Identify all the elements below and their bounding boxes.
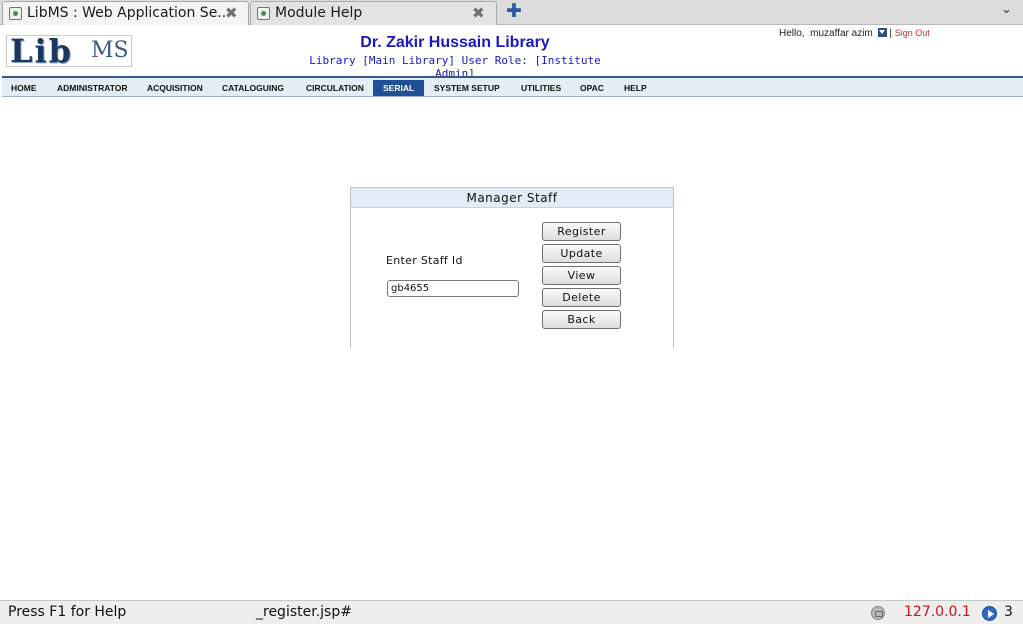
- nav-help[interactable]: HELP: [624, 80, 647, 96]
- main-nav: HOME ADMINISTRATOR ACQUISITION CATALOGUI…: [2, 76, 1023, 97]
- page-favicon-icon: [257, 7, 270, 20]
- tab-list-chevron-down-icon[interactable]: ⌄: [1001, 2, 1012, 17]
- view-button[interactable]: View: [542, 266, 621, 285]
- status-help-text: Press F1 for Help: [8, 604, 127, 620]
- tab-title: Module Help: [275, 5, 363, 21]
- status-bar: Press F1 for Help _register.jsp# 127.0.0…: [0, 600, 1023, 624]
- nav-acquisition[interactable]: ACQUISITION: [147, 80, 203, 96]
- logo-ms-text: MS: [91, 38, 129, 63]
- close-tab-icon[interactable]: ✖: [225, 4, 238, 22]
- greeting-text: Hello,: [779, 28, 805, 39]
- delete-button[interactable]: Delete: [542, 288, 621, 307]
- status-url: _register.jsp#: [256, 604, 352, 620]
- nav-opac[interactable]: OPAC: [580, 80, 604, 96]
- user-name: muzaffar azim: [810, 28, 873, 39]
- nav-utilities[interactable]: UTILITIES: [521, 80, 561, 96]
- status-count: 3: [1004, 604, 1013, 620]
- nav-cataloguing[interactable]: CATALOGUING: [222, 80, 284, 96]
- browser-window: LibMS : Web Application Se... ✖ Module H…: [0, 0, 1023, 624]
- sign-out-link[interactable]: Sign Out: [895, 28, 930, 38]
- nav-serial[interactable]: SERIAL: [373, 80, 425, 96]
- new-tab-icon[interactable]: ✚: [505, 1, 523, 23]
- panel-title: Manager Staff: [351, 188, 673, 208]
- tab-title: LibMS : Web Application Se...: [27, 5, 231, 21]
- library-name: Dr. Zakir Hussain Library: [360, 34, 550, 51]
- separator: |: [889, 28, 892, 39]
- addon-icon[interactable]: [871, 606, 885, 620]
- staff-id-input[interactable]: [387, 280, 519, 297]
- register-button[interactable]: Register: [542, 222, 621, 241]
- libms-logo: Lib MS: [6, 32, 132, 70]
- logo-lib-text: Lib: [10, 32, 74, 70]
- manager-staff-panel: Manager Staff: [350, 187, 674, 348]
- user-area: Hello, muzaffar azim | Sign Out: [779, 27, 930, 39]
- staff-id-label: Enter Staff Id: [386, 254, 463, 267]
- status-ip: 127.0.0.1: [904, 604, 971, 620]
- nav-administrator[interactable]: ADMINISTRATOR: [57, 80, 128, 96]
- tab-strip: LibMS : Web Application Se... ✖ Module H…: [0, 0, 1023, 25]
- tab-module-help[interactable]: Module Help ✖: [250, 1, 497, 25]
- nav-circulation[interactable]: CIRCULATION: [306, 80, 364, 96]
- back-button[interactable]: Back: [542, 310, 621, 329]
- page-favicon-icon: [9, 7, 22, 20]
- tab-libms[interactable]: LibMS : Web Application Se... ✖: [2, 1, 249, 25]
- play-icon[interactable]: [982, 606, 997, 621]
- nav-home[interactable]: HOME: [11, 80, 37, 96]
- nav-system-setup[interactable]: SYSTEM SETUP: [434, 80, 500, 96]
- update-button[interactable]: Update: [542, 244, 621, 263]
- user-menu-dropdown-icon[interactable]: [877, 28, 887, 37]
- close-tab-icon[interactable]: ✖: [472, 4, 485, 22]
